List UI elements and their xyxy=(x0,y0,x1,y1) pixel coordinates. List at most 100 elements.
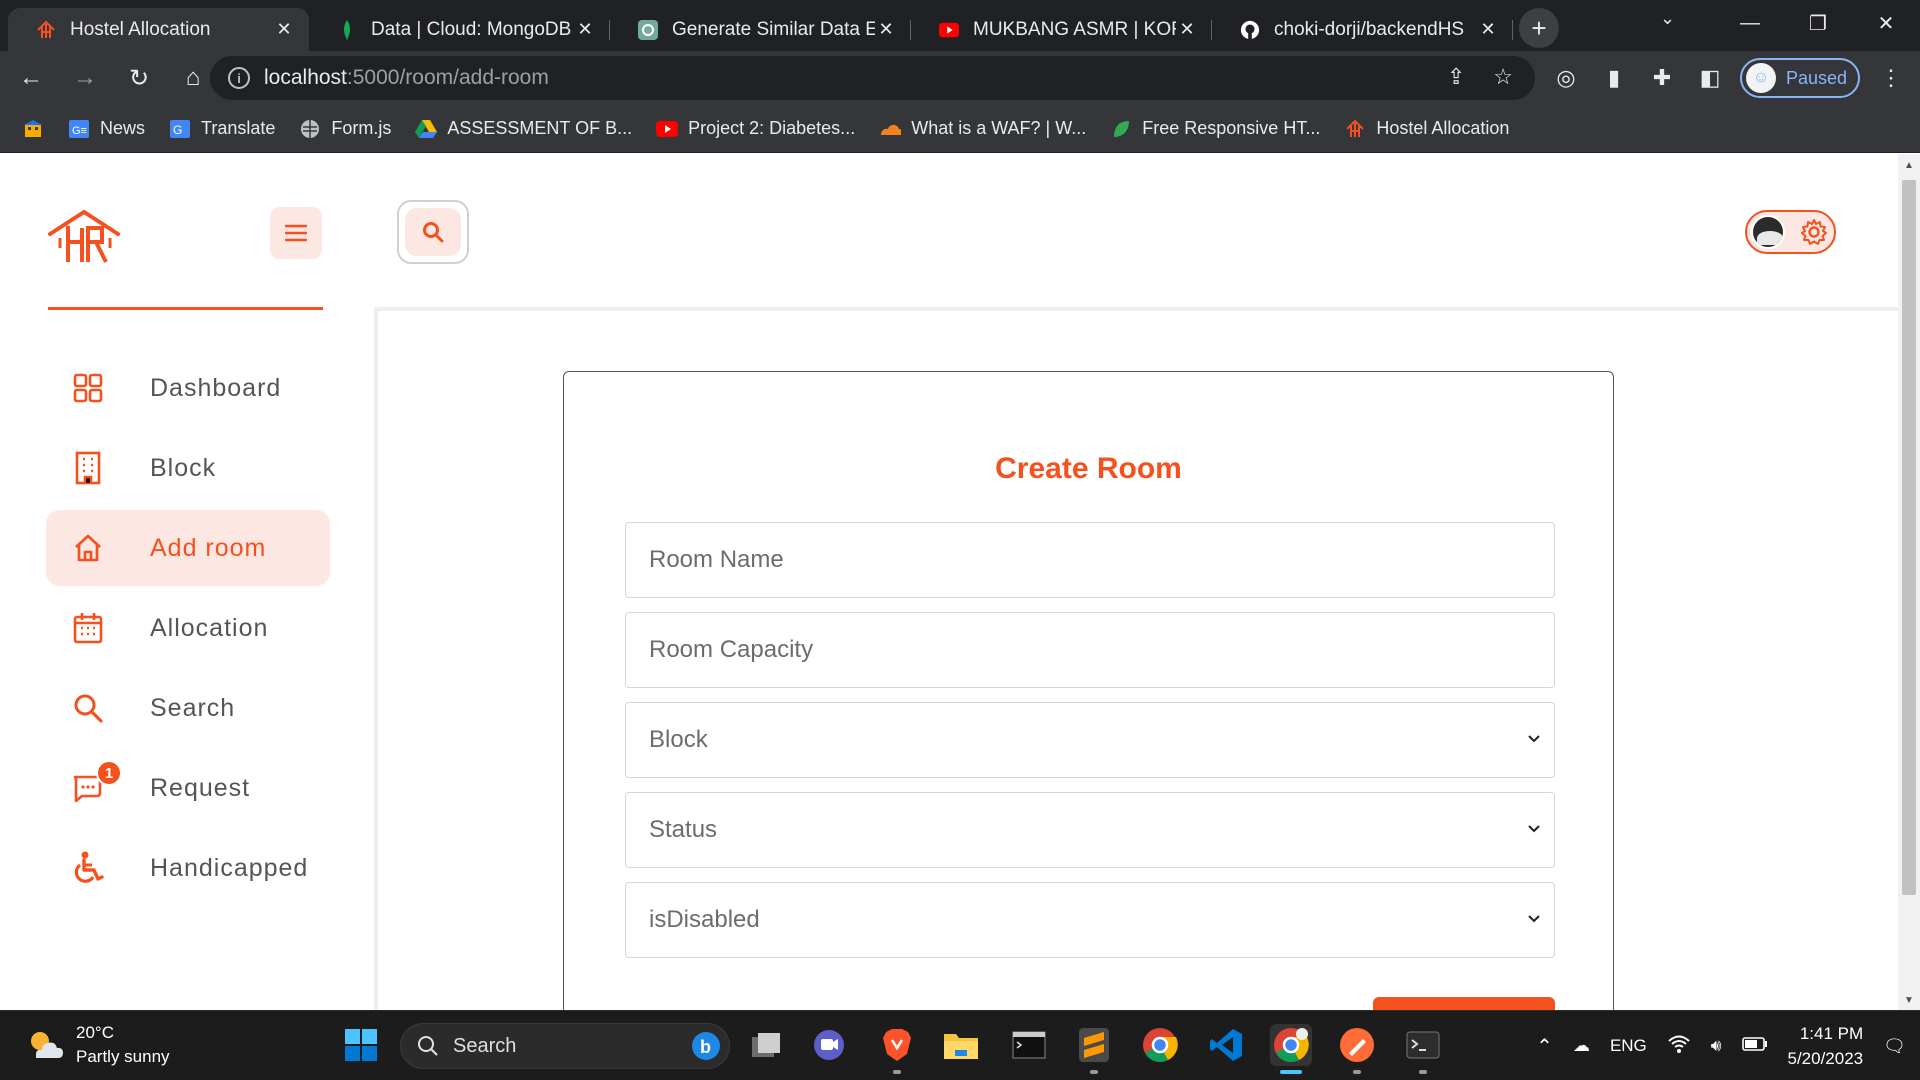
room-name-input[interactable] xyxy=(625,522,1555,598)
postman-app[interactable] xyxy=(1336,1024,1378,1074)
bookmark-apps[interactable] xyxy=(22,118,44,140)
browser-tab-github[interactable]: choki-dorji/backendHS ✕ xyxy=(1212,8,1513,51)
file-explorer-app[interactable] xyxy=(940,1024,982,1066)
scroll-up-icon[interactable]: ▲ xyxy=(1904,160,1914,171)
sidebar-item-handicapped[interactable]: Handicapped xyxy=(46,830,330,906)
top-search-button[interactable] xyxy=(397,200,469,264)
windows-logo-icon xyxy=(345,1029,377,1061)
profile-button[interactable]: ☺ Paused xyxy=(1740,58,1860,98)
browser-menu-icon[interactable]: ⋮ xyxy=(1880,65,1902,91)
bookmark-project2[interactable]: Project 2: Diabetes... xyxy=(656,118,855,140)
extension-target-icon[interactable]: ◎ xyxy=(1550,65,1582,91)
share-icon[interactable]: ⇪ xyxy=(1447,64,1465,90)
terminal-icon xyxy=(1406,1031,1440,1059)
battery-icon[interactable] xyxy=(1741,1036,1768,1056)
sidebar-item-block[interactable]: Block xyxy=(46,430,330,506)
bookmark-star-icon[interactable]: ☆ xyxy=(1493,64,1513,90)
user-settings-pill[interactable] xyxy=(1745,210,1836,254)
user-avatar[interactable] xyxy=(1751,215,1785,249)
hostel-logo[interactable] xyxy=(48,208,120,264)
language-indicator[interactable]: ENG xyxy=(1610,1036,1647,1056)
close-tab-icon[interactable]: ✕ xyxy=(1477,19,1499,40)
restore-icon[interactable]: ❐ xyxy=(1784,0,1852,46)
bookmark-translate[interactable]: G Translate xyxy=(169,118,275,140)
submit-button[interactable] xyxy=(1373,997,1555,1010)
side-panel-icon[interactable]: ◧ xyxy=(1694,65,1726,91)
taskbar-search[interactable]: Search b xyxy=(400,1023,730,1069)
volume-icon[interactable]: 🔊︎ xyxy=(1711,1036,1722,1056)
chevron-down-icon xyxy=(1528,915,1540,923)
teams-chat-app[interactable] xyxy=(808,1024,850,1066)
extensions-puzzle-icon[interactable]: ✚ xyxy=(1646,65,1678,91)
sublime-text-app[interactable] xyxy=(1073,1024,1115,1074)
start-button[interactable] xyxy=(340,1024,382,1066)
browser-tab-chatgpt[interactable]: Generate Similar Data Ent ✕ xyxy=(610,8,911,51)
reload-icon[interactable]: ↻ xyxy=(116,55,162,101)
minimize-icon[interactable]: — xyxy=(1716,0,1784,46)
scrollbar-thumb[interactable] xyxy=(1902,180,1916,895)
room-capacity-input[interactable] xyxy=(625,612,1555,688)
bookmark-assessment[interactable]: ASSESSMENT OF B... xyxy=(415,118,632,140)
bookmark-label: Form.js xyxy=(331,118,392,138)
vscode-app[interactable] xyxy=(1205,1024,1247,1066)
tab-title: choki-dorji/backendHS xyxy=(1274,18,1465,40)
close-tab-icon[interactable]: ✕ xyxy=(875,19,897,40)
close-tab-icon[interactable]: ✕ xyxy=(273,19,295,40)
extension-bottle-icon[interactable]: ▮ xyxy=(1598,65,1630,91)
system-clock[interactable]: 1:41 PM 5/20/2023 xyxy=(1788,1021,1864,1071)
bookmark-label: Hostel Allocation xyxy=(1376,118,1510,138)
block-select[interactable]: Block xyxy=(625,702,1555,778)
status-select[interactable]: Status xyxy=(625,792,1555,868)
bookmark-formjs[interactable]: Form.js xyxy=(299,118,391,140)
is-disabled-select[interactable]: isDisabled xyxy=(625,882,1555,958)
browser-tab-mongodb[interactable]: Data | Cloud: MongoDB C ✕ xyxy=(309,8,610,51)
sidebar-item-allocation[interactable]: Allocation xyxy=(46,590,330,666)
sidebar-item-dashboard[interactable]: Dashboard xyxy=(46,350,330,426)
close-window-icon[interactable]: ✕ xyxy=(1852,0,1920,46)
tab-search-chevron-icon[interactable]: ⌄ xyxy=(1660,8,1675,29)
show-hidden-icons-chevron-icon[interactable]: ⌃ xyxy=(1536,1034,1553,1059)
sidebar-item-search[interactable]: Search xyxy=(46,670,330,746)
close-tab-icon[interactable]: ✕ xyxy=(574,19,596,40)
extensions-area: ◎ ▮ ✚ ◧ xyxy=(1550,56,1726,100)
menu-toggle-button[interactable] xyxy=(270,207,322,259)
site-info-icon[interactable]: i xyxy=(228,67,250,89)
bookmark-news[interactable]: G≡ News xyxy=(68,118,145,140)
chrome-profile-app[interactable] xyxy=(1270,1024,1312,1074)
scroll-down-icon[interactable]: ▼ xyxy=(1904,995,1914,1006)
gear-icon[interactable] xyxy=(1800,218,1828,246)
back-icon[interactable]: ← xyxy=(8,55,54,101)
wifi-icon[interactable] xyxy=(1667,1034,1691,1059)
windows-terminal-app[interactable] xyxy=(1402,1024,1444,1074)
tab-title: Data | Cloud: MongoDB C xyxy=(371,18,574,40)
forward-icon[interactable]: → xyxy=(62,55,108,101)
weather-temp: 20°C xyxy=(76,1023,114,1042)
chevron-down-icon xyxy=(1528,825,1540,833)
browser-tab-youtube[interactable]: MUKBANG ASMR | KOREA ✕ xyxy=(911,8,1212,51)
app-running-indicator xyxy=(1353,1070,1361,1074)
task-view-app[interactable] xyxy=(745,1024,787,1066)
onedrive-cloud-icon[interactable]: ☁ xyxy=(1573,1036,1590,1056)
new-tab-button[interactable]: + xyxy=(1519,8,1559,48)
address-bar[interactable]: i localhost:5000/room/add-room ⇪ ☆ xyxy=(210,56,1535,100)
create-room-card: Create Room Block Status isDisabled xyxy=(563,371,1614,1010)
weather-widget[interactable]: 20°C Partly sunny xyxy=(26,1021,170,1069)
wheelchair-icon xyxy=(56,851,120,885)
browser-tab-hostel-allocation[interactable]: Hostel Allocation ✕ xyxy=(8,8,309,51)
sidebar-item-add-room[interactable]: Add room xyxy=(46,510,330,586)
chrome-app[interactable] xyxy=(1139,1024,1181,1066)
page-scrollbar[interactable]: ▲ ▼ xyxy=(1898,154,1920,1010)
clock-time: 1:41 PM xyxy=(1799,1024,1864,1043)
bookmark-free-responsive[interactable]: Free Responsive HT... xyxy=(1110,118,1320,140)
bookmark-hostel-allocation[interactable]: Hostel Allocation xyxy=(1344,118,1509,140)
bookmark-waf[interactable]: What is a WAF? | W... xyxy=(879,118,1086,140)
app-running-indicator xyxy=(1419,1070,1427,1074)
browser-tab-strip: Hostel Allocation ✕ Data | Cloud: MongoD… xyxy=(0,0,1920,51)
brave-browser-app[interactable] xyxy=(876,1024,918,1074)
sidebar-item-request[interactable]: 1 Request xyxy=(46,750,330,826)
close-tab-icon[interactable]: ✕ xyxy=(1176,19,1198,40)
hostel-logo-icon xyxy=(36,20,56,40)
vscode-icon xyxy=(1210,1029,1242,1061)
terminal-app[interactable] xyxy=(1008,1024,1050,1066)
notification-center-icon[interactable]: 🗨︎ xyxy=(1883,1036,1906,1057)
